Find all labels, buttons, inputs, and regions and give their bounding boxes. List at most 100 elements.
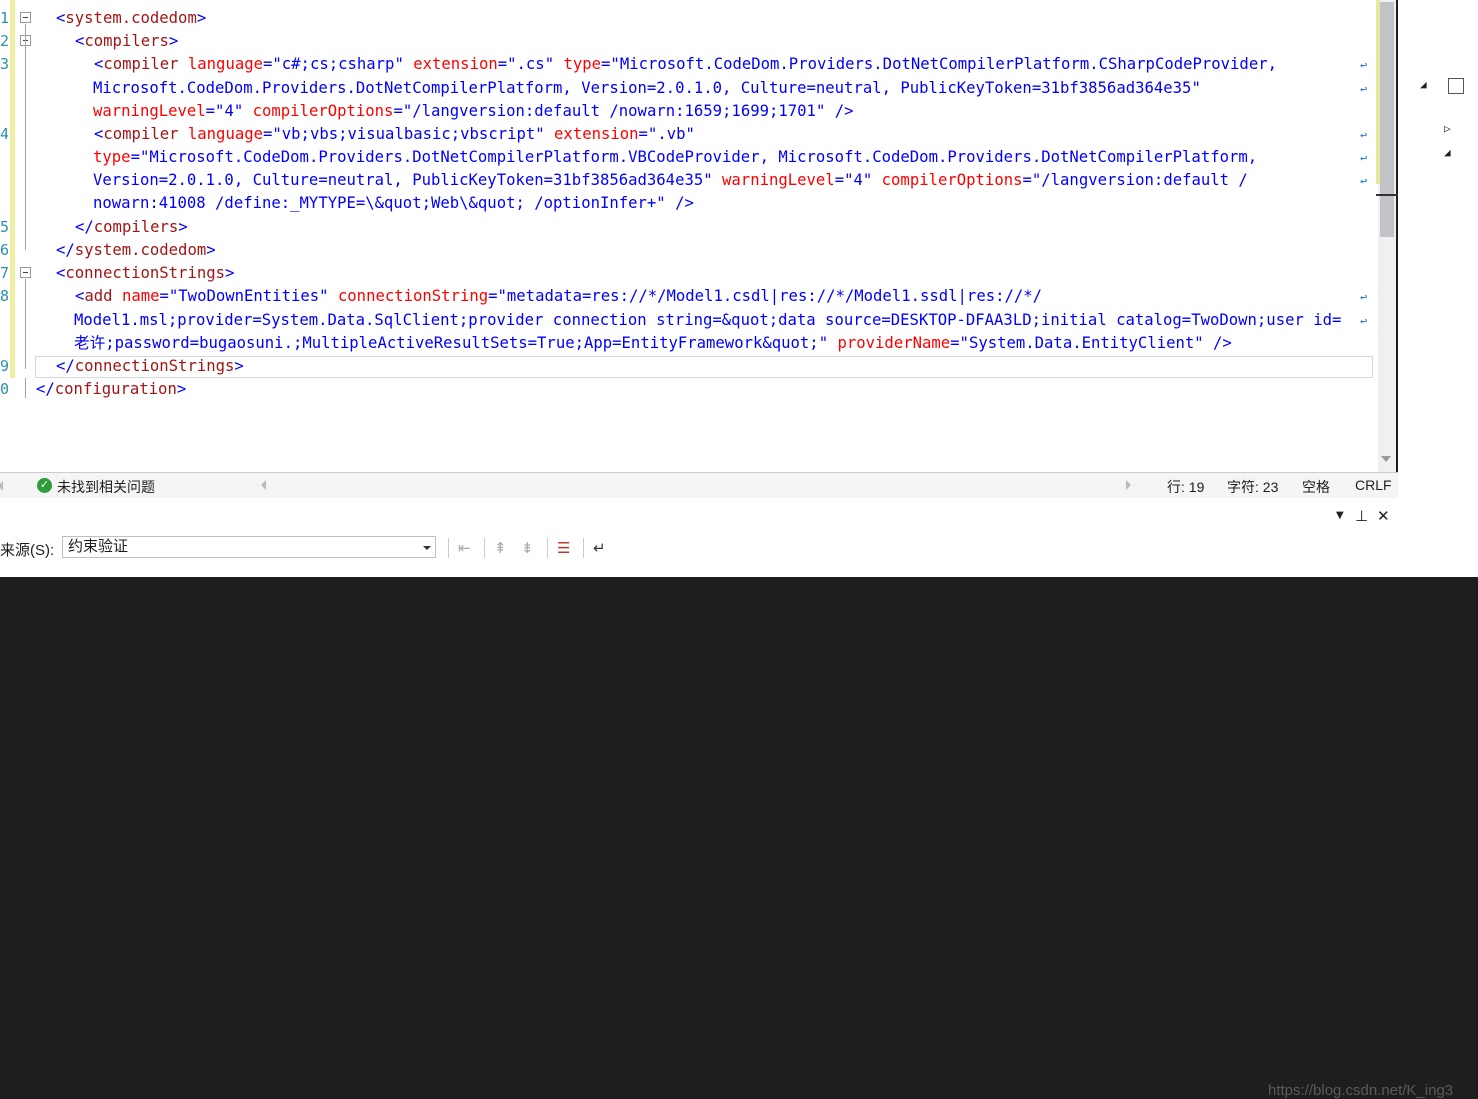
word-wrap-glyph-icon: ↩ [1360,58,1368,72]
xml-punctuation: " /> [815,102,854,120]
xml-element-name: connectionStrings [65,264,225,282]
scroll-left-arrow-icon[interactable] [0,481,3,491]
code-line[interactable]: <connectionStrings> [56,262,234,285]
xml-element-name: system.codedom [65,9,197,27]
solution-explorer-strip: ◢ ▷ ◢ [1398,0,1478,577]
xml-attribute-value: Version=2.0.1.0, Culture=neutral, Public… [93,171,704,189]
xml-punctuation: > [176,380,187,398]
xml-attribute-value: Microsoft.CodeDom.Providers.DotNetCompil… [149,148,1258,166]
xml-element-name: compiler [103,55,179,73]
toolbar-separator [484,538,485,558]
source-select[interactable]: 约束验证 [62,536,436,558]
expand-arrow-icon[interactable]: ▷ [1444,122,1451,135]
go-down-icon[interactable]: ⇟ [521,539,534,557]
word-wrap-glyph-icon: ↩ [1360,128,1368,142]
line-indicator[interactable]: 行: 19 [1167,477,1204,497]
char-indicator[interactable]: 字符: 23 [1227,477,1278,497]
xml-punctuation: =" [950,334,969,352]
xml-punctuation: " [233,102,244,120]
line-number: 4 [0,125,8,143]
h-scroll-left-icon[interactable] [261,480,266,490]
xml-punctuation [113,287,122,305]
xml-element-name: configuration [54,380,177,398]
watermark-text: https://blog.csdn.net/K_ing3 [1268,1082,1454,1099]
code-line[interactable]: </connectionStrings> [56,355,244,378]
xml-punctuation [179,125,188,143]
collapse-arrow-icon[interactable]: ◢ [1420,78,1427,91]
fold-toggle-connection-strings[interactable] [20,267,31,278]
xml-attribute-value: metadata=res://*/Model1.csdl|res://*/Mod… [506,287,1043,305]
go-to-previous-icon[interactable]: ⇤ [458,539,471,557]
change-indicator-bar [10,0,15,378]
xml-attribute-name: type [563,55,602,73]
xml-attribute-value: c#;cs;csharp [281,55,395,73]
pin-icon[interactable]: ⊥ [1355,507,1368,525]
code-line[interactable]: <compiler language="c#;cs;csharp" extens… [94,53,1277,76]
code-line[interactable]: </compilers> [75,216,188,239]
close-icon[interactable]: ✕ [1377,507,1390,525]
code-line[interactable]: <compiler language="vb;vbs;visualbasic;v… [94,123,695,146]
xml-attribute-name: compilerOptions [252,102,394,120]
xml-punctuation: < [94,125,104,143]
source-label: 来源(S): [0,542,55,559]
code-line[interactable]: 老许;password=bugaosuni.;MultipleActiveRes… [74,332,1232,355]
code-line[interactable]: Version=2.0.1.0, Culture=neutral, Public… [93,169,1248,192]
code-line[interactable]: <add name="TwoDownEntities" connectionSt… [75,285,1042,308]
code-line[interactable]: <compilers> [75,30,178,53]
code-editor[interactable]: 1234567890 <system.codedom> <compilers> <c… [0,0,1378,472]
xml-punctuation: < [75,32,85,50]
xml-punctuation: </ [56,357,75,375]
xml-element-name: add [84,287,113,305]
scroll-down-arrow-icon[interactable] [1381,456,1391,462]
issues-status[interactable]: 未找到相关问题 [57,477,155,497]
code-line[interactable]: Model1.msl;provider=System.Data.SqlClien… [74,309,1341,332]
code-line[interactable]: </system.codedom> [56,239,216,262]
eol-indicator[interactable]: CRLF [1355,477,1392,493]
scrollbar-thumb[interactable] [1380,2,1394,237]
line-number: 7 [0,264,8,282]
code-line[interactable]: type="Microsoft.CodeDom.Providers.DotNet… [93,146,1257,169]
word-wrap-icon[interactable]: ↵ [593,539,606,557]
code-line[interactable]: nowarn:41008 /define:_MYTYPE=\&quot;Web\… [93,192,694,215]
scrollbar-caret-marker [1376,194,1398,196]
collapse-arrow-icon[interactable]: ◢ [1444,146,1451,159]
xml-punctuation [545,125,554,143]
xml-attribute-name: language [187,125,263,143]
xml-punctuation: > [234,357,244,375]
check-circle-icon: ✓ [37,478,52,493]
line-number: 8 [0,287,8,305]
xml-punctuation: " [535,125,545,143]
code-line[interactable]: <system.codedom> [56,7,206,30]
word-wrap-glyph-icon: ↩ [1360,290,1368,304]
fold-toggle-system-codedom[interactable] [20,12,31,23]
word-wrap-glyph-icon: ↩ [1360,314,1368,328]
whitespace-indicator[interactable]: 空格 [1302,477,1330,497]
xml-attribute-value: TwoDownEntities [178,287,320,305]
code-line[interactable]: Microsoft.CodeDom.Providers.DotNetCompil… [93,77,1201,100]
xml-punctuation: =" [263,55,282,73]
h-scroll-right-icon[interactable] [1126,480,1131,490]
xml-punctuation: < [56,264,66,282]
output-panel-header: ▼ ⊥ ✕ [0,498,1398,533]
toolbar-separator [583,538,584,558]
dropdown-arrow-icon[interactable]: ▼ [1336,510,1344,521]
xml-punctuation: < [94,55,104,73]
xml-punctuation: </ [56,241,75,259]
clear-all-icon[interactable]: ☰ [557,539,570,557]
code-line[interactable]: warningLevel="4" compilerOptions="/langv… [93,100,854,123]
line-number: 3 [0,55,8,73]
xml-element-name: compilers [93,218,179,236]
go-up-icon[interactable]: ⇞ [494,539,507,557]
xml-attribute-name: extension [413,55,498,73]
xml-punctuation: " [1191,79,1201,97]
xml-element-name: connectionStrings [74,357,235,375]
xml-punctuation: > [178,218,188,236]
xml-punctuation: =" [1022,171,1042,189]
code-line[interactable]: </configuration> [36,378,186,401]
line-number: 5 [0,218,8,236]
xml-attribute-value: /langversion:default /nowarn:1659;1699;1… [412,102,816,120]
xml-attribute-value: Model1.msl;provider=System.Data.SqlClien… [74,311,1342,329]
line-number: 1 [0,9,8,27]
xml-attribute-value: Microsoft.CodeDom.Providers.DotNetCompil… [619,55,1277,73]
xml-punctuation: > [168,32,179,50]
